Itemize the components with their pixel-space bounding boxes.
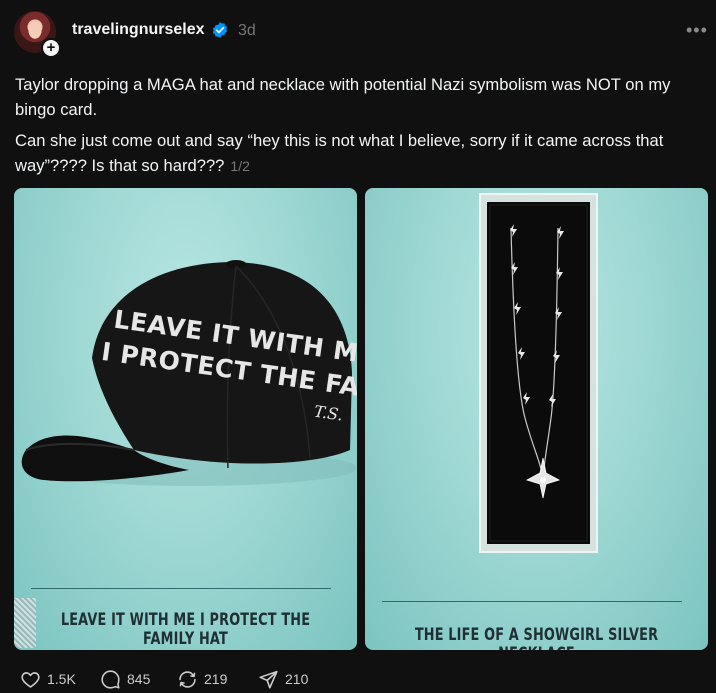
necklace-product-image[interactable]: THE LIFE OF A SHOWGIRL SILVER NECKLACE	[365, 188, 708, 650]
hat-product-image[interactable]: LEAVE IT WITH ME I PROTECT THE FAMILY T.…	[14, 188, 357, 650]
necklace-illustration	[479, 193, 598, 553]
post-text-paragraph-2-body: Can she just come out and say “hey this …	[15, 131, 664, 175]
comment-count: 845	[127, 671, 151, 687]
repost-icon	[179, 670, 196, 688]
comment-button[interactable]: 845	[100, 668, 150, 690]
follow-plus-icon[interactable]: +	[41, 38, 61, 58]
post-timestamp[interactable]: 3d	[238, 22, 256, 40]
comment-icon	[101, 669, 120, 689]
hat-caption: LEAVE IT WITH ME I PROTECT THE FAMILY HA…	[60, 610, 311, 648]
glitter-decoration	[14, 598, 36, 648]
post-text-paragraph-1: Taylor dropping a MAGA hat and necklace …	[15, 75, 671, 119]
like-count: 1.5K	[47, 671, 76, 687]
repost-button[interactable]: 219	[177, 668, 227, 690]
more-icon[interactable]: •••	[686, 20, 707, 40]
author-username[interactable]: travelingnurselex	[72, 21, 205, 39]
heart-icon	[21, 671, 40, 688]
share-icon	[259, 670, 278, 689]
verified-icon	[212, 22, 228, 38]
caption-divider	[382, 601, 682, 602]
page-indicator: 1/2	[230, 158, 250, 174]
hat-side-monogram: T.S.	[313, 402, 344, 425]
repost-count: 219	[204, 671, 228, 687]
necklace-caption: THE LIFE OF A SHOWGIRL SILVER NECKLACE	[414, 625, 659, 650]
caption-divider	[31, 588, 331, 589]
like-button[interactable]: 1.5K	[20, 668, 76, 690]
author-avatar[interactable]: +	[14, 11, 61, 58]
post-text-paragraph-2: Can she just come out and say “hey this …	[15, 128, 705, 179]
thread-post: + travelingnurselex 3d ••• Taylor droppi…	[0, 0, 716, 693]
hat-illustration: LEAVE IT WITH ME I PROTECT THE FAMILY T.…	[21, 260, 357, 486]
share-count: 210	[285, 671, 309, 687]
share-button[interactable]: 210	[258, 668, 308, 690]
